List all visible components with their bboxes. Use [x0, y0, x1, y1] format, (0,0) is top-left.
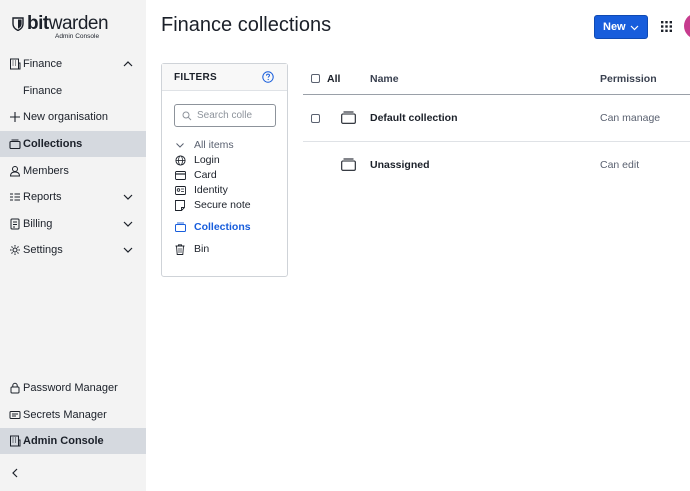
- table-row[interactable]: Default collection Can manage: [303, 95, 690, 142]
- table-row[interactable]: Unassigned Can edit: [303, 142, 690, 189]
- chevron-down-icon: [630, 25, 639, 31]
- brand-subtitle: Admin Console: [55, 33, 100, 40]
- help-icon[interactable]: [262, 71, 274, 83]
- globe-icon: [174, 154, 186, 166]
- collection-icon: [8, 137, 22, 151]
- sidebar-item-finance[interactable]: Finance: [0, 78, 146, 104]
- sidebar-item-billing[interactable]: Billing: [0, 211, 146, 237]
- collection-icon: [341, 111, 356, 124]
- cube-icon: [8, 408, 22, 422]
- billing-icon: [8, 217, 22, 231]
- new-button[interactable]: New: [594, 15, 648, 39]
- chevron-down-icon: [123, 221, 133, 227]
- card-icon: [174, 169, 186, 181]
- building-icon: [8, 434, 22, 448]
- filter-login[interactable]: Login: [174, 153, 220, 167]
- product-password-manager[interactable]: Password Manager: [0, 375, 146, 401]
- chevron-left-icon[interactable]: [9, 467, 21, 479]
- filters-panel: FILTERS Search colle All items Login Car…: [161, 63, 288, 277]
- filter-secure-note[interactable]: Secure note: [174, 198, 251, 212]
- filter-card[interactable]: Card: [174, 168, 217, 182]
- sidebar-item-finance-org[interactable]: Finance: [0, 51, 146, 77]
- user-icon: [8, 164, 22, 178]
- filter-bin[interactable]: Bin: [174, 242, 209, 256]
- bitwarden-logo[interactable]: bitwarden Admin Console: [12, 13, 132, 42]
- table-header: All Name Permission: [303, 63, 690, 95]
- sidebar-item-settings[interactable]: Settings: [0, 237, 146, 263]
- lock-icon: [8, 381, 22, 395]
- collection-name[interactable]: Default collection: [370, 112, 458, 124]
- chevron-down-icon: [123, 247, 133, 253]
- sidebar-item-reports[interactable]: Reports: [0, 184, 146, 210]
- note-icon: [174, 199, 186, 211]
- search-input[interactable]: Search colle: [174, 104, 276, 127]
- collection-icon: [174, 221, 186, 233]
- report-icon: [8, 190, 22, 204]
- filter-all-items[interactable]: All items: [174, 138, 234, 152]
- collection-icon: [341, 158, 356, 171]
- collection-permission: Can edit: [600, 159, 640, 171]
- product-secrets-manager[interactable]: Secrets Manager: [0, 402, 146, 428]
- chevron-down-icon: [123, 194, 133, 200]
- brand-name: bitwarden: [27, 13, 109, 34]
- sidebar: bitwarden Admin Console Finance Finance …: [0, 0, 146, 491]
- chevron-down-icon: [174, 139, 186, 151]
- shield-icon: [12, 17, 24, 31]
- collection-name[interactable]: Unassigned: [370, 159, 430, 171]
- page-title: Finance collections: [161, 14, 332, 36]
- collection-permission: Can manage: [600, 112, 661, 124]
- building-icon: [8, 57, 22, 71]
- sidebar-item-collections[interactable]: Collections: [0, 131, 146, 157]
- plus-icon: [8, 110, 22, 124]
- gear-icon: [8, 243, 22, 257]
- filter-identity[interactable]: Identity: [174, 183, 228, 197]
- column-name[interactable]: Name: [370, 73, 399, 85]
- product-admin-console[interactable]: Admin Console: [0, 428, 146, 454]
- select-all-checkbox[interactable]: [311, 74, 320, 83]
- chevron-up-icon: [123, 61, 133, 67]
- id-card-icon: [174, 184, 186, 196]
- avatar[interactable]: [684, 13, 690, 39]
- sidebar-item-members[interactable]: Members: [0, 158, 146, 184]
- sidebar-item-new-organisation[interactable]: New organisation: [0, 104, 146, 130]
- filters-title: FILTERS: [174, 72, 218, 83]
- app-grid-icon[interactable]: [661, 21, 672, 32]
- filter-collections[interactable]: Collections: [174, 220, 251, 234]
- column-all: All: [327, 73, 341, 85]
- filters-header: FILTERS: [162, 64, 287, 91]
- column-permission: Permission: [600, 73, 657, 85]
- row-checkbox[interactable]: [311, 114, 320, 123]
- trash-icon: [174, 243, 186, 255]
- search-icon: [182, 111, 192, 120]
